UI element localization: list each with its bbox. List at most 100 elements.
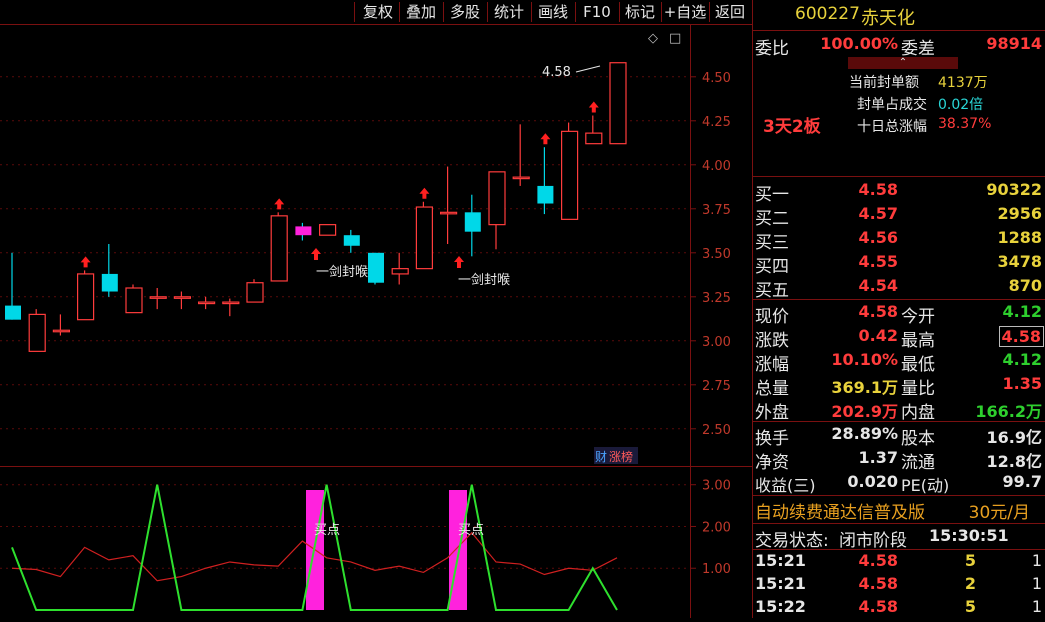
candle-body	[440, 211, 458, 215]
window-icon[interactable]: □	[669, 31, 681, 46]
stock-code[interactable]: 600227	[795, 4, 860, 24]
promo-text[interactable]: 自动续费通达信普及版	[755, 498, 925, 523]
toolbar-button-f10[interactable]: F10	[577, 0, 617, 24]
weibi-value: 100.00%	[820, 34, 898, 53]
bid-volume: 3478	[997, 252, 1042, 271]
signal-label: 一剑封喉	[316, 264, 368, 280]
toolbar-separator	[487, 2, 488, 22]
candle-body	[537, 185, 554, 204]
toolbar-button-statistics[interactable]: 统计	[489, 0, 529, 24]
candle-body	[415, 206, 433, 270]
weicha-label: 委差	[901, 39, 935, 59]
fundamental-label: 换手	[755, 429, 789, 449]
divider	[753, 299, 1045, 300]
stock-header: 600227 赤天化	[753, 4, 1045, 29]
bid-label: 买一	[755, 185, 789, 205]
seal-ratio-row: 封单占成交 0.02倍	[753, 94, 1045, 114]
up-arrow-icon	[419, 187, 430, 199]
stat-row: 总量 369.1万 量比 1.35	[753, 374, 1045, 399]
signal-label: 一剑封喉	[458, 272, 510, 288]
collapse-toggle[interactable]: ⌃	[848, 57, 958, 69]
promo-price[interactable]: 30元/月	[969, 498, 1030, 523]
stat-label: 现价	[755, 307, 789, 327]
stat-row: 现价 4.58 今开 4.12	[753, 302, 1045, 327]
bid-volume: 870	[1008, 276, 1042, 295]
chart-toolbar: 复权 叠加 多股 统计 画线 F10 标记 +自选 返回	[0, 0, 752, 24]
divider	[753, 30, 1045, 31]
fundamental-value: 1.37	[858, 448, 898, 467]
candle-body	[319, 224, 337, 236]
ten-day-value: 38.37%	[938, 116, 992, 132]
tick-count: 1	[1031, 574, 1042, 593]
toolbar-separator	[531, 2, 532, 22]
toolbar-button-multi-stock[interactable]: 多股	[445, 0, 485, 24]
diamond-icon[interactable]: ◇	[648, 31, 658, 46]
candle-body	[343, 235, 360, 246]
bid-row[interactable]: 买三 4.56 1288	[753, 228, 1045, 253]
stat-label: 外盘	[755, 403, 789, 423]
candle-body	[488, 171, 506, 226]
candle-body	[101, 273, 118, 292]
toolbar-button-draw-line[interactable]: 画线	[533, 0, 573, 24]
signal-arrow-icon	[311, 248, 321, 260]
bid-row[interactable]: 买四 4.55 3478	[753, 252, 1045, 277]
signal-arrow-icon	[454, 256, 464, 268]
fundamental-value: 0.020	[847, 472, 898, 491]
bid-volume: 90322	[986, 180, 1042, 199]
kline-chart-canvas: 4.50 4.25 4.00 3.75 3.50 3.25 3.00 2.75 2.50 ◇ □…	[0, 24, 752, 618]
candle-series	[5, 62, 627, 352]
stat-label: 今开	[901, 307, 935, 327]
fundamental-value: 16.9亿	[986, 428, 1042, 447]
trade-time: 15:30:51	[929, 526, 1009, 545]
finance-badge-label: 财	[595, 450, 607, 464]
fundamental-label: 收益(三)	[755, 476, 816, 495]
price-tick-label: 4.25	[702, 115, 731, 130]
buy-point-label: 买点	[314, 523, 340, 538]
stat-value: 4.58	[858, 302, 898, 321]
fundamental-value: 28.89%	[831, 424, 898, 443]
divider	[753, 523, 1045, 524]
seal-amount-row: 当前封单额 4137万	[753, 72, 1045, 92]
trade-status-row: 交易状态: 闭市阶段 15:30:51	[753, 526, 1045, 551]
toolbar-button-mark[interactable]: 标记	[621, 0, 659, 24]
price-tick-label: 4.00	[702, 159, 731, 174]
stat-value: 202.9万	[831, 402, 898, 421]
candle-body	[609, 62, 627, 145]
finance-badge-label-2: 涨榜	[609, 449, 633, 464]
stat-value: 10.10%	[831, 350, 898, 369]
stat-label: 涨跌	[755, 331, 789, 351]
candle-body	[270, 215, 288, 282]
toolbar-button-add-favorite[interactable]: +自选	[663, 0, 707, 24]
fundamental-label: 股本	[901, 429, 935, 449]
toolbar-button-overlay[interactable]: 叠加	[401, 0, 441, 24]
indicator-gridlines	[0, 484, 696, 569]
trade-status-label: 交易状态:	[755, 531, 829, 551]
bid-row[interactable]: 买一 4.58 90322	[753, 180, 1045, 205]
promo-row[interactable]: 自动续费通达信普及版 30元/月	[753, 498, 1045, 523]
chevron-up-icon: ⌃	[898, 57, 908, 68]
bid-row[interactable]: 买五 4.54 870	[753, 276, 1045, 301]
price-axis-labels: 4.50 4.25 4.00 3.75 3.50 3.25 3.00 2.75 2.50	[702, 71, 731, 438]
price-tick-label: 3.00	[702, 335, 731, 350]
bid-price: 4.54	[858, 276, 898, 295]
up-arrow-icon	[80, 256, 91, 268]
tick-time: 15:21	[755, 574, 806, 593]
stat-label: 总量	[755, 379, 789, 399]
toolbar-button-back[interactable]: 返回	[711, 0, 749, 24]
tick-price: 4.58	[858, 574, 898, 593]
toolbar-separator	[399, 2, 400, 22]
bid-row[interactable]: 买二 4.57 2956	[753, 204, 1045, 229]
buy-point-label: 买点	[458, 523, 484, 538]
stat-row: 外盘 202.9万 内盘 166.2万	[753, 398, 1045, 423]
price-gridlines	[0, 76, 696, 430]
divider	[753, 495, 1045, 496]
candle-body	[52, 329, 71, 333]
price-tick-label: 2.50	[702, 423, 731, 438]
bid-price: 4.57	[858, 204, 898, 223]
bid-label: 买二	[755, 209, 789, 229]
stock-name[interactable]: 赤天化	[861, 4, 915, 30]
kline-chart[interactable]: 4.50 4.25 4.00 3.75 3.50 3.25 3.00 2.75 2.50 ◇ □…	[0, 24, 752, 618]
stat-value: 369.1万	[831, 378, 898, 397]
toolbar-button-restore-rights[interactable]: 复权	[358, 0, 398, 24]
tick-price: 4.58	[858, 551, 898, 570]
